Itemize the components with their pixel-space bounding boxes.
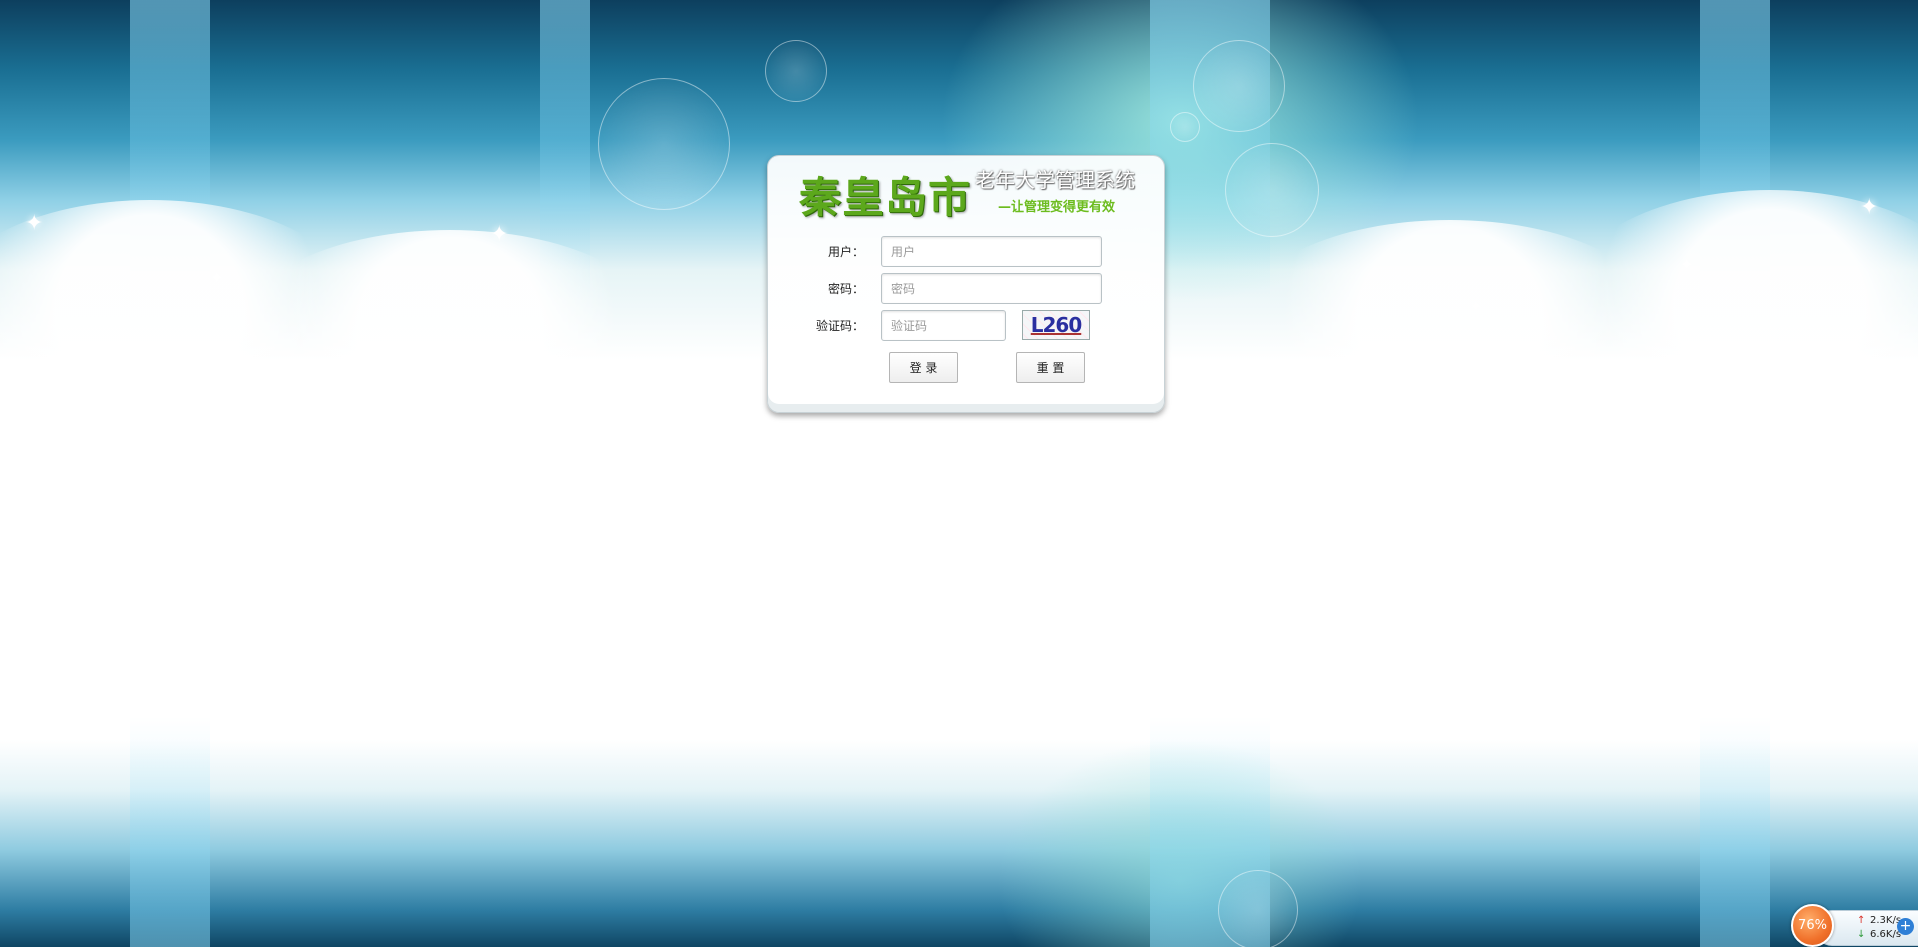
sparkle: ✦ <box>1470 299 1482 315</box>
captcha-label: 验证码： <box>815 319 864 333</box>
bubble <box>1193 40 1285 132</box>
login-panel: 秦皇岛市 老年大学管理系统 —让管理变得更有效 用户： 密码： 验证码： L26… <box>767 155 1165 413</box>
memory-gauge[interactable]: 76% <box>1791 904 1834 947</box>
network-speed-widget[interactable]: ↑ 2.3K/s ↓ 6.6K/s 76% + <box>1791 904 1918 947</box>
system-title: 老年大学管理系统 <box>975 168 1135 192</box>
accelerate-plus-icon[interactable]: + <box>1897 918 1914 935</box>
captcha-input[interactable] <box>881 310 1006 341</box>
sparkle: ✦ <box>25 211 44 236</box>
username-input[interactable] <box>881 236 1102 267</box>
captcha-image[interactable]: L260 <box>1022 310 1090 340</box>
bubble <box>765 40 827 102</box>
bubble <box>1225 143 1319 237</box>
sparkle: ✦ <box>490 222 509 247</box>
reset-button[interactable]: 重 置 <box>1016 352 1085 383</box>
password-label: 密码： <box>827 282 864 296</box>
download-arrow-icon: ↓ <box>1857 929 1866 940</box>
sparkle: ✦ <box>1860 195 1879 220</box>
slogan: —让管理变得更有效 <box>998 200 1116 215</box>
password-input[interactable] <box>881 273 1102 304</box>
background-scene: ✦ ✦ ✦ ✦ ✦ ✦ <box>0 0 1918 947</box>
light-beam <box>130 717 210 947</box>
username-label: 用户： <box>827 245 864 259</box>
upload-arrow-icon: ↑ <box>1857 915 1866 926</box>
download-speed: 6.6K/s <box>1870 929 1902 940</box>
cloud <box>1560 190 1918 420</box>
cloud <box>240 230 660 430</box>
login-button[interactable]: 登 录 <box>889 352 958 383</box>
light-beam <box>1700 717 1770 947</box>
bubble <box>598 78 730 210</box>
bubble <box>1170 112 1200 142</box>
bubble <box>1218 870 1298 947</box>
brand-logo: 秦皇岛市 <box>799 173 972 222</box>
sparkle: ✦ <box>210 268 224 287</box>
sparkle: ✦ <box>1680 255 1694 274</box>
